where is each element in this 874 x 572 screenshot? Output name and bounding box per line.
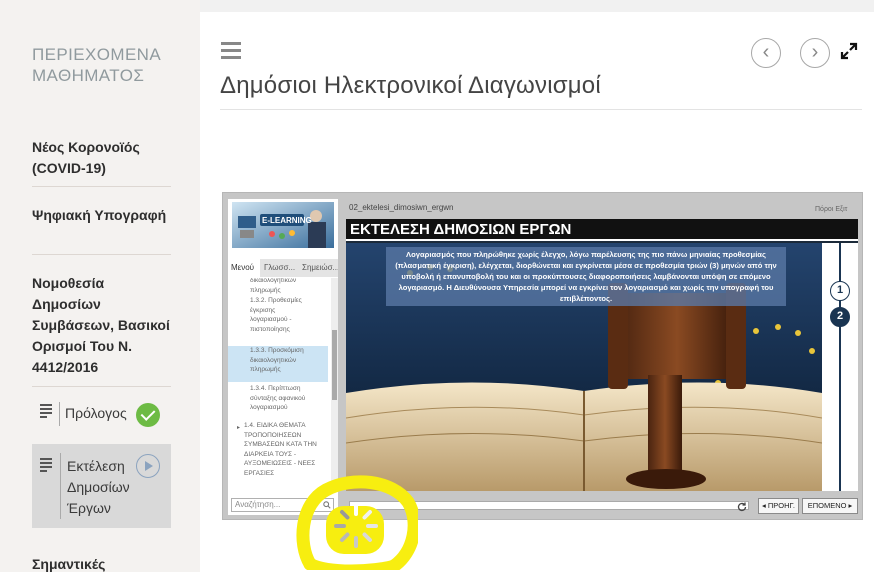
divider xyxy=(32,186,171,187)
chevron-right-icon: › xyxy=(811,41,819,63)
lesson-label: Πρόλογος xyxy=(65,405,127,421)
next-page-button[interactable]: › xyxy=(800,38,830,68)
page-title: Δημόσιοι Ηλεκτρονικοί Διαγωνισμοί xyxy=(220,72,601,99)
lesson-label: Εκτέλεση Δημοσίων Έργων xyxy=(67,458,130,516)
outline-item[interactable]: 1.3.4. Περίπτωση σύνταξης αφανικού λογαρ… xyxy=(228,384,328,413)
tab-menu[interactable]: Μενού xyxy=(228,259,260,277)
sidebar-item-digital-signature[interactable]: Ψηφιακή Υπογραφή xyxy=(32,205,172,226)
tab-notes[interactable]: Σημειώσ... xyxy=(299,259,338,277)
play-icon xyxy=(136,454,160,478)
previous-page-button[interactable]: ‹ xyxy=(751,38,781,68)
course-sidebar: ΠΕΡΙΕΧΟΜΕΝΑ ΜΑΘΗΜΑΤΟΣ Νέος Κορονοϊός (CO… xyxy=(0,0,200,572)
course-player: E-LEARNING Μενού Γλωσσ... Σημειώσ... δικ… xyxy=(222,192,863,520)
outline-item[interactable]: 1.4. ΕΙΔΙΚΑ ΘΕΜΑΤΑ ΤΡΟΠΟΠΟΙΗΣΕΩΝ ΣΥΜΒΑΣΕ… xyxy=(228,421,328,479)
step-marker-1[interactable]: 1 xyxy=(830,281,850,301)
slide-stepper: 1 2 xyxy=(822,243,858,491)
lesson-public-works[interactable]: Εκτέλεση Δημοσίων Έργων xyxy=(32,444,171,528)
lesson-prologue[interactable]: Πρόλογος xyxy=(32,400,171,430)
resources-exit-links[interactable]: Πόροι Εξιτ xyxy=(815,206,847,213)
loading-spinner-highlight xyxy=(296,475,418,570)
bullet-icon: ▸ xyxy=(237,425,241,431)
slide-text: Λογαριασμός που πληρώθηκε χωρίς έλεγχο, … xyxy=(386,247,786,306)
fullscreen-expand-icon[interactable] xyxy=(840,42,858,60)
outline-item[interactable]: δικαιολογητικών πληρωμής xyxy=(228,278,328,295)
outline-item[interactable]: 1.3.2. Προθεσμίες έγκρισης λογαριασμού -… xyxy=(228,296,328,334)
player-side-panel: E-LEARNING Μενού Γλωσσ... Σημειώσ... δικ… xyxy=(228,199,338,515)
sidebar-item-next[interactable]: Σημαντικές xyxy=(32,554,172,572)
elearning-logo: E-LEARNING xyxy=(232,202,334,248)
divider xyxy=(32,254,171,255)
slide-file-name: 02_ektelesi_dimosiwn_ergwn xyxy=(349,203,454,212)
next-slide-button[interactable]: ΕΠΟΜΕΝΟ ▸ xyxy=(802,498,858,514)
prev-slide-button[interactable]: ◂ ΠΡΟΗΓ. xyxy=(758,498,799,514)
sidebar-item-covid[interactable]: Νέος Κορονοϊός (COVID-19) xyxy=(32,137,172,179)
slide-title: ΕΚΤΕΛΕΣΗ ΔΗΜΟΣΙΩΝ ΕΡΓΩΝ xyxy=(346,219,858,241)
step-marker-2[interactable]: 2 xyxy=(830,307,850,327)
lesson-list-icon xyxy=(40,404,52,420)
sidebar-title: ΠΕΡΙΕΧΟΜΕΝΑ ΜΑΘΗΜΑΤΟΣ xyxy=(32,45,161,85)
slide-stage: ΕΚΤΕΛΕΣΗ ΔΗΜΟΣΙΩΝ ΕΡΓΩΝ Λογαριασμός που … xyxy=(346,219,858,491)
divider xyxy=(220,109,862,110)
outline-item-selected[interactable]: 1.3.3. Προσκόμιση δικαιολογητικών πληρωμ… xyxy=(228,346,328,382)
divider xyxy=(32,386,171,387)
checkmark-icon xyxy=(136,403,160,427)
replay-icon[interactable] xyxy=(736,501,748,513)
outline-list: δικαιολογητικών πληρωμής 1.3.2. Προθεσμί… xyxy=(228,278,331,492)
hamburger-menu-icon[interactable] xyxy=(221,42,241,63)
panel-tabs: Μενού Γλωσσ... Σημειώσ... xyxy=(228,259,338,277)
outline-scrollbar[interactable] xyxy=(331,278,338,492)
chevron-left-icon: ‹ xyxy=(762,41,770,63)
svg-text:E-LEARNING: E-LEARNING xyxy=(262,216,312,225)
lesson-list-icon xyxy=(40,458,52,474)
sidebar-item-legislation[interactable]: Νομοθεσία Δημοσίων Συμβάσεων, Βασικοί Ορ… xyxy=(32,273,172,378)
tab-glossary[interactable]: Γλωσσ... xyxy=(261,259,298,277)
